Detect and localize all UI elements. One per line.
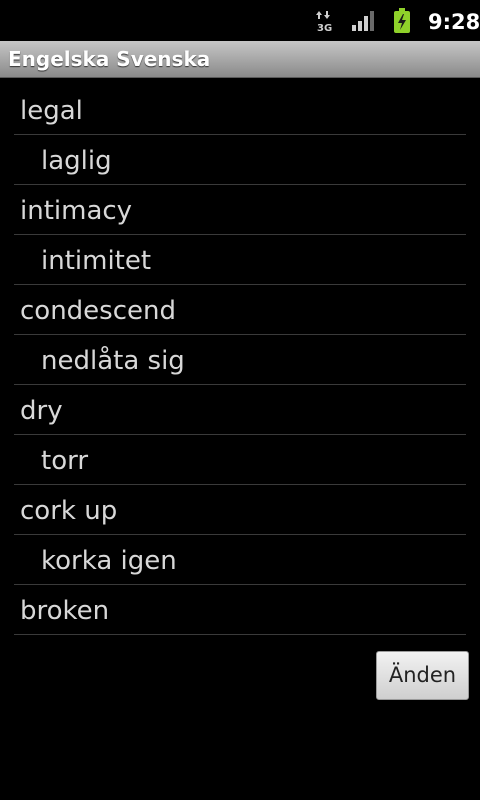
list-item-english[interactable]: broken	[14, 585, 466, 635]
signal-strength-icon	[352, 11, 374, 31]
list-item-english[interactable]: legal	[14, 85, 466, 135]
list-item-label: nedlåta sig	[41, 346, 185, 376]
status-bar: 3G 9:28	[0, 0, 480, 41]
list-item-label: legal	[20, 96, 83, 126]
network-label: 3G	[317, 23, 332, 32]
list-item-english[interactable]: cork up	[14, 485, 466, 535]
list-item-swedish[interactable]: nedlåta sig	[14, 335, 466, 385]
list-item-swedish[interactable]: laglig	[14, 135, 466, 185]
list-item-english[interactable]: condescend	[14, 285, 466, 335]
end-button[interactable]: Änden	[376, 651, 469, 700]
list-item-label: intimitet	[41, 246, 152, 276]
battery-charging-icon	[394, 8, 410, 33]
list-item-label: dry	[20, 396, 63, 426]
list-item-english[interactable]: dry	[14, 385, 466, 435]
list-item-label: cork up	[20, 496, 118, 526]
word-list: legal laglig intimacy intimitet condesce…	[14, 85, 466, 635]
list-item-swedish[interactable]: torr	[14, 435, 466, 485]
list-item-label: korka igen	[41, 546, 177, 576]
list-item-english[interactable]: intimacy	[14, 185, 466, 235]
list-item-label: intimacy	[20, 196, 133, 226]
app-title: Engelska Svenska	[8, 47, 211, 71]
status-clock: 9:28	[428, 10, 480, 34]
screen: 3G 9:28 Engelska Svenska legal laglig in…	[0, 0, 480, 800]
list-item-swedish[interactable]: korka igen	[14, 535, 466, 585]
list-item-label: torr	[41, 446, 89, 476]
title-bar: Engelska Svenska	[0, 41, 480, 78]
3g-data-icon: 3G	[316, 11, 332, 32]
list-item-label: condescend	[20, 296, 176, 326]
list-item-label: broken	[20, 596, 110, 626]
list-item-swedish[interactable]: intimitet	[14, 235, 466, 285]
list-item-label: laglig	[41, 146, 112, 176]
